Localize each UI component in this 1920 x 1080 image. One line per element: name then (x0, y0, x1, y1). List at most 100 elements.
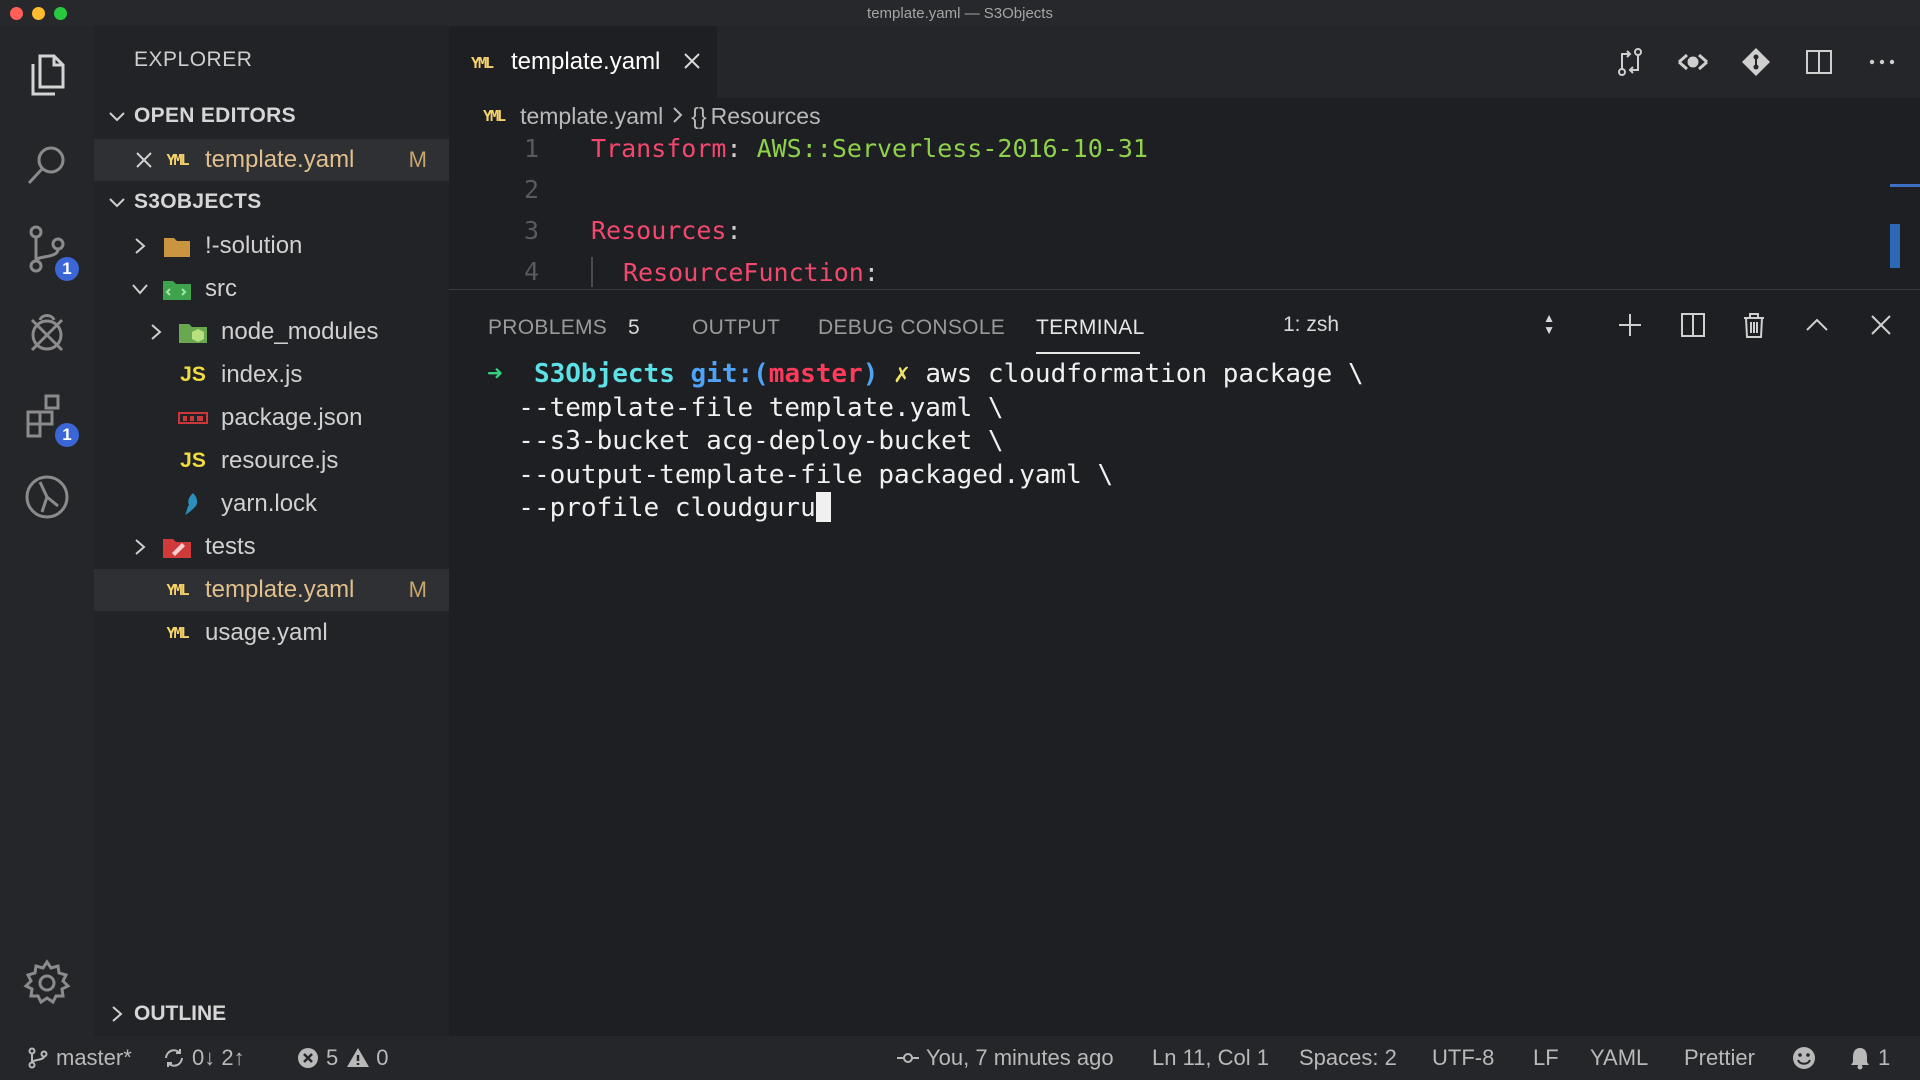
code-line: 2 (449, 175, 1889, 216)
line-number: 3 (523, 216, 539, 245)
tree-item-label: package.json (221, 404, 363, 431)
more-actions-icon[interactable] (1864, 44, 1900, 80)
split-terminal-icon[interactable] (1675, 307, 1711, 343)
encoding-status[interactable]: UTF-8 (1432, 1036, 1494, 1080)
code-line: 4 ResourceFunction: (449, 257, 1889, 289)
code-line: 3 Resources: (449, 216, 1889, 257)
code-line: 1 Transform: AWS::Serverless-2016-10-31 (449, 134, 1889, 175)
blame-text: You, 7 minutes ago (926, 1045, 1114, 1070)
language-mode[interactable]: YAML (1590, 1036, 1648, 1080)
bell-icon (1851, 1048, 1869, 1070)
close-icon[interactable] (134, 151, 154, 169)
terminal-shell-select[interactable]: 1: zsh ▲ ▼ (1269, 306, 1569, 344)
split-editor-icon[interactable] (1801, 44, 1837, 80)
tab-debug-console[interactable]: DEBUG CONSOLE (818, 316, 1005, 340)
breadcrumb-symbol[interactable]: Resources (711, 103, 821, 130)
editor-tab-template-yaml[interactable]: YML template.yaml (449, 26, 717, 98)
cursor-position[interactable]: Ln 11, Col 1 (1152, 1036, 1269, 1080)
chevron-down-icon (100, 192, 134, 212)
chevron-down-icon (100, 106, 134, 126)
tab-output[interactable]: OUTPUT (692, 316, 780, 340)
timeline-icon[interactable] (18, 468, 76, 526)
problems-status[interactable]: 5 0 (296, 1036, 389, 1080)
prompt-arrow: ➜ (487, 359, 503, 389)
javascript-file-icon: JS (180, 449, 206, 472)
yaml-colon: : (863, 258, 879, 287)
tree-item-solution[interactable]: !-solution (94, 225, 449, 267)
blame-status[interactable]: You, 7 minutes ago (896, 1036, 1114, 1080)
terminal-line: --profile cloudguru (487, 493, 816, 523)
open-editors-header[interactable]: OPEN EDITORS (100, 96, 296, 136)
branch-name: master* (56, 1045, 132, 1070)
terminal-output[interactable]: ➜ S3Objects git:(master) ✗ aws cloudform… (487, 358, 1364, 526)
chevron-right-icon (146, 323, 166, 341)
project-header[interactable]: S3OBJECTS (100, 182, 262, 222)
explorer-icon[interactable] (18, 46, 76, 104)
tree-item-label: src (205, 275, 237, 302)
close-icon[interactable] (679, 48, 705, 74)
eol-status[interactable]: LF (1533, 1036, 1559, 1080)
minimap-marker (1890, 184, 1920, 187)
code-editor[interactable]: 1 Transform: AWS::Serverless-2016-10-31 … (449, 134, 1889, 289)
source-control-icon[interactable]: 1 (18, 220, 82, 284)
line-number: 2 (523, 175, 539, 204)
tree-item-label: resource.js (221, 447, 339, 474)
search-icon[interactable] (18, 136, 76, 194)
prompt-directory: S3Objects (533, 359, 675, 389)
git-icon[interactable] (1738, 44, 1774, 80)
yaml-colon: : (726, 134, 742, 163)
warning-icon (347, 1048, 370, 1067)
tree-item-template-yaml[interactable]: YML template.yaml M (94, 569, 449, 611)
warning-count: 0 (376, 1045, 389, 1070)
extensions-badge: 1 (52, 420, 82, 450)
breadcrumb-file[interactable]: template.yaml (520, 103, 663, 130)
project-label: S3OBJECTS (134, 190, 262, 213)
chevron-right-icon (130, 237, 150, 255)
tree-item-usage-yaml[interactable]: YML usage.yaml (94, 612, 449, 654)
git-lens-icon[interactable] (1675, 44, 1711, 80)
prompt-git-prefix: git:( (690, 359, 769, 389)
yaml-file-icon: YML (166, 624, 189, 642)
tree-item-src[interactable]: src (94, 268, 449, 310)
indentation-status[interactable]: Spaces: 2 (1299, 1036, 1397, 1080)
sync-status[interactable]: 0↓ 2↑ (162, 1036, 245, 1080)
tab-problems[interactable]: PROBLEMS (488, 316, 607, 340)
tree-item-index-js[interactable]: JS index.js (94, 354, 449, 396)
yaml-file-icon: YML (166, 151, 189, 169)
tree-item-package-json[interactable]: package.json (94, 397, 449, 439)
outline-label: OUTLINE (134, 1002, 227, 1025)
tab-terminal[interactable]: TERMINAL (1036, 316, 1145, 340)
terminal-line: --template-file template.yaml \ (487, 392, 1004, 423)
tree-item-node-modules[interactable]: node_modules (94, 311, 449, 353)
extensions-icon[interactable]: 1 (18, 386, 82, 450)
tree-item-yarn-lock[interactable]: yarn.lock (94, 483, 449, 525)
window-title: template.yaml — S3Objects (867, 5, 1053, 22)
tree-item-label: tests (205, 533, 256, 560)
debug-icon[interactable] (18, 304, 76, 362)
open-editor-item[interactable]: YML template.yaml M (94, 139, 449, 181)
open-editor-label: template.yaml (205, 146, 355, 173)
close-panel-icon[interactable] (1863, 307, 1899, 343)
maximize-panel-icon[interactable] (1799, 307, 1835, 343)
new-terminal-icon[interactable] (1612, 307, 1648, 343)
editor-scrollbar[interactable] (1890, 224, 1900, 268)
settings-gear-icon[interactable] (18, 954, 76, 1012)
active-tab-indicator (1036, 352, 1140, 354)
yaml-key: Resources (591, 216, 727, 245)
scm-badge: 1 (52, 254, 82, 284)
tree-item-tests[interactable]: tests (94, 526, 449, 568)
notifications-status[interactable]: 1 (1848, 1036, 1890, 1080)
yaml-file-icon: YML (166, 581, 189, 599)
tree-item-resource-js[interactable]: JS resource.js (94, 440, 449, 482)
chevron-right-icon (100, 1005, 134, 1023)
tests-folder-icon (162, 532, 192, 562)
formatter-status[interactable]: Prettier (1684, 1036, 1755, 1080)
outline-header[interactable]: OUTLINE (100, 993, 226, 1035)
open-changes-icon[interactable] (1612, 44, 1648, 80)
feedback-smiley-icon[interactable] (1792, 1036, 1822, 1080)
modified-badge: M (408, 577, 427, 602)
error-icon (298, 1048, 318, 1068)
git-branch-icon (28, 1047, 48, 1069)
branch-status[interactable]: master* (26, 1036, 132, 1080)
trash-icon[interactable] (1736, 307, 1772, 343)
